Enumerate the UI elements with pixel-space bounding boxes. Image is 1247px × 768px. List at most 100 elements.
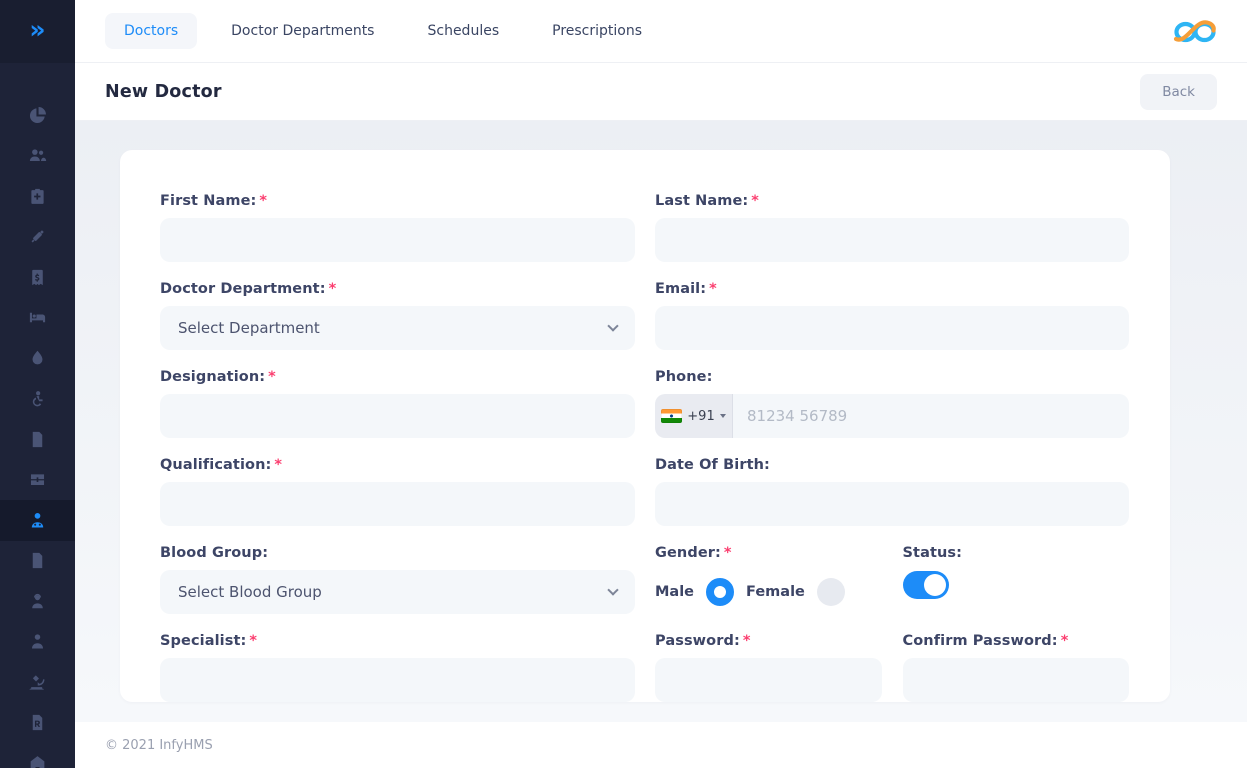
status-label: Status:: [903, 544, 1130, 563]
blood-group-label: Blood Group:: [160, 544, 635, 563]
bed-icon: [28, 308, 47, 327]
email-input[interactable]: [655, 306, 1129, 350]
confirm-password-label: Confirm Password:*: [903, 632, 1130, 651]
doctor-department-label: Doctor Department:*: [160, 280, 635, 299]
tab-prescriptions[interactable]: Prescriptions: [533, 13, 661, 49]
required-marker: *: [724, 545, 732, 561]
gender-radio-group: Male Female: [655, 570, 882, 614]
confirm-password-input[interactable]: [903, 658, 1130, 702]
sidebar-item-doctors[interactable]: [0, 500, 75, 541]
sidebar-item-bed-management[interactable]: [0, 298, 75, 339]
first-name-label: First Name:*: [160, 192, 635, 211]
sidebar-item-receptionists[interactable]: [0, 581, 75, 622]
required-marker: *: [709, 281, 717, 297]
sidebar-item-medicines[interactable]: [0, 460, 75, 501]
specialist-label: Specialist:*: [160, 632, 635, 651]
status-toggle[interactable]: [903, 571, 949, 599]
sidebar-item-hospital[interactable]: [0, 743, 75, 768]
sidebar-item-blood-bank[interactable]: [0, 338, 75, 379]
field-status: Status:: [903, 544, 1130, 614]
new-doctor-form-card: First Name:* Last Name:* Doctor Departme…: [120, 150, 1170, 702]
phone-label: Phone:: [655, 368, 1129, 387]
gender-radio-female[interactable]: [817, 578, 845, 606]
last-name-input[interactable]: [655, 218, 1129, 262]
required-marker: *: [259, 193, 267, 209]
required-marker: *: [274, 457, 282, 473]
sidebar-item-case-reports[interactable]: [0, 541, 75, 582]
wheelchair-patient-icon: [28, 389, 47, 408]
blood-group-select[interactable]: Select Blood Group: [160, 570, 635, 614]
sidebar-item-dashboard[interactable]: [0, 95, 75, 136]
password-input[interactable]: [655, 658, 882, 702]
tab-doctor-departments[interactable]: Doctor Departments: [212, 13, 393, 49]
field-confirm-password: Confirm Password:*: [903, 632, 1130, 702]
dial-code-selector[interactable]: +91: [655, 394, 733, 438]
gender-radio-male[interactable]: [706, 578, 734, 606]
pie-chart-icon: [28, 106, 47, 125]
topbar: Doctors Doctor Departments Schedules Pre…: [75, 0, 1247, 63]
tab-doctors[interactable]: Doctors: [105, 13, 197, 49]
field-qualification: Qualification:*: [160, 456, 635, 526]
syringe-icon: [28, 227, 47, 246]
specialist-input[interactable]: [160, 658, 635, 702]
cabinet-icon: [28, 470, 47, 489]
field-designation: Designation:*: [160, 368, 635, 438]
app-window: Doctors Doctor Departments Schedules Pre…: [0, 0, 1247, 768]
back-button[interactable]: Back: [1140, 74, 1217, 110]
gender-option-male-label: Male: [655, 584, 694, 600]
field-password: Password:*: [655, 632, 882, 702]
new-doctor-form: First Name:* Last Name:* Doctor Departme…: [160, 192, 1130, 702]
main-area: Doctors Doctor Departments Schedules Pre…: [75, 0, 1247, 768]
droplet-icon: [28, 349, 47, 368]
phone-input[interactable]: [733, 394, 1129, 438]
field-specialist: Specialist:*: [160, 632, 635, 702]
toggle-knob-icon: [924, 574, 946, 596]
field-gender: Gender:* Male Female: [655, 544, 882, 614]
sidebar-item-prescriptions[interactable]: [0, 703, 75, 744]
chevron-down-icon: [607, 584, 618, 595]
sidebar-item-appointments[interactable]: [0, 176, 75, 217]
designation-input[interactable]: [160, 394, 635, 438]
sidebar-item-laboratory[interactable]: [0, 662, 75, 703]
sidebar-nav: [0, 63, 75, 768]
field-first-name: First Name:*: [160, 192, 635, 262]
sidebar: [0, 0, 75, 768]
qualification-input[interactable]: [160, 482, 635, 526]
top-tabs: Doctors Doctor Departments Schedules Pre…: [105, 13, 661, 49]
sidebar-item-patients[interactable]: [0, 136, 75, 177]
tab-schedules[interactable]: Schedules: [408, 13, 518, 49]
sidebar-item-staff[interactable]: [0, 622, 75, 663]
qualification-label: Qualification:*: [160, 456, 635, 475]
doctor-department-select[interactable]: Select Department: [160, 306, 635, 350]
gender-status-row: Gender:* Male Female Status:: [655, 544, 1129, 614]
sidebar-item-patient-cases[interactable]: [0, 379, 75, 420]
caret-down-icon: [720, 414, 726, 418]
designation-label: Designation:*: [160, 368, 635, 387]
first-name-input[interactable]: [160, 218, 635, 262]
double-chevron-right-icon: [29, 17, 45, 42]
footer: © 2021 InfyHMS: [75, 722, 1247, 768]
gender-option-female-label: Female: [746, 584, 805, 600]
doctor-icon: [28, 511, 47, 530]
building-icon: [28, 754, 47, 768]
users-icon: [28, 146, 47, 165]
field-doctor-department: Doctor Department:* Select Department: [160, 280, 635, 350]
blood-group-selected-value: Select Blood Group: [178, 583, 322, 601]
microscope-icon: [28, 673, 47, 692]
required-marker: *: [249, 633, 257, 649]
sidebar-item-documents[interactable]: [0, 419, 75, 460]
last-name-label: Last Name:*: [655, 192, 1129, 211]
date-of-birth-input[interactable]: [655, 482, 1129, 526]
sidebar-collapse-button[interactable]: [0, 0, 75, 63]
infinity-logo-icon[interactable]: [1173, 16, 1217, 46]
email-label: Email:*: [655, 280, 1129, 299]
india-flag-icon: [661, 409, 682, 423]
required-marker: *: [329, 281, 337, 297]
password-row: Password:* Confirm Password:*: [655, 632, 1129, 702]
doctor-department-selected-value: Select Department: [178, 319, 320, 337]
report-icon: [28, 551, 47, 570]
rx-file-icon: [28, 713, 47, 732]
sidebar-item-billing[interactable]: [0, 257, 75, 298]
date-of-birth-label: Date Of Birth:: [655, 456, 1129, 475]
sidebar-item-vaccinations[interactable]: [0, 217, 75, 258]
